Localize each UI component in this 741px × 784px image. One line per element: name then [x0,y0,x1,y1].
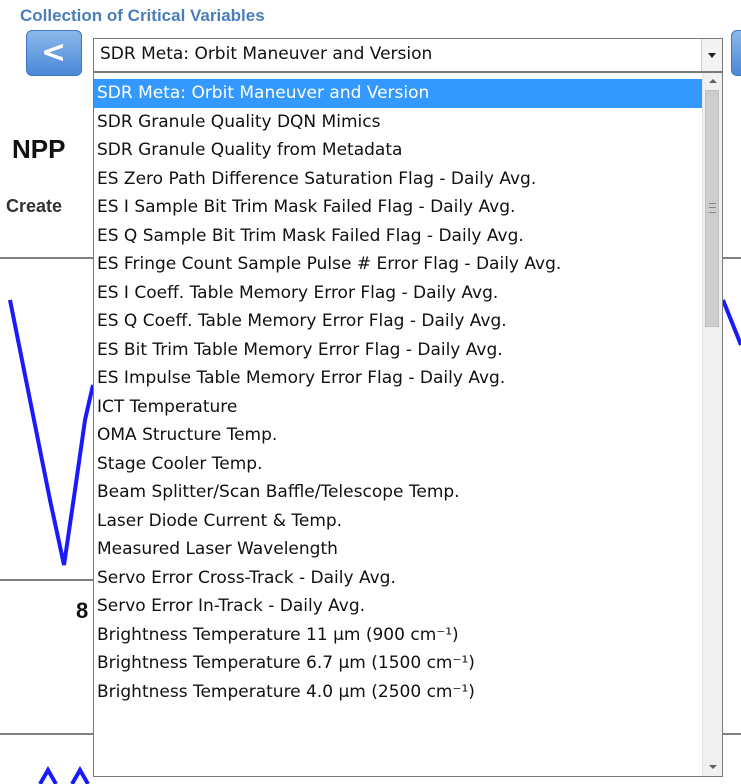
series-line [70,765,90,784]
dropdown-option[interactable]: ICT Temperature [94,393,704,422]
previous-button[interactable]: < [26,30,82,76]
dropdown-option[interactable]: Brightness Temperature 11 µm (900 cm⁻¹) [94,621,704,650]
dropdown-option[interactable]: ES Zero Path Difference Saturation Flag … [94,165,704,194]
dropdown-option[interactable]: Brightness Temperature 4.0 µm (2500 cm⁻¹… [94,678,704,707]
scroll-up-icon [709,79,717,83]
background-page-heading: NPP [12,134,66,164]
variable-select[interactable]: SDR Meta: Orbit Maneuver and Version [93,38,723,72]
scroll-thumb[interactable] [705,90,719,327]
dropdown-option[interactable]: ES Q Sample Bit Trim Mask Failed Flag - … [94,222,704,251]
dropdown-option[interactable]: Servo Error In-Track - Daily Avg. [94,592,704,621]
collection-title: Collection of Critical Variables [20,6,265,25]
dropdown-option[interactable]: ES I Coeff. Table Memory Error Flag - Da… [94,279,704,308]
dropdown-option[interactable]: Laser Diode Current & Temp. [94,507,704,536]
background-tick-label: 8 [76,598,89,623]
dropdown-option[interactable]: ES Fringe Count Sample Pulse # Error Fla… [94,250,704,279]
dropdown-option[interactable]: ES Q Coeff. Table Memory Error Flag - Da… [94,307,704,336]
dropdown-option[interactable]: SDR Granule Quality DQN Mimics [94,108,704,137]
dropdown-option[interactable]: ES Bit Trim Table Memory Error Flag - Da… [94,336,704,365]
dropdown-option[interactable]: Stage Cooler Temp. [94,450,704,479]
next-button[interactable] [731,30,741,76]
option-list: SDR Meta: Orbit Maneuver and Version SDR … [94,79,704,706]
dropdown-option[interactable]: ES Impulse Table Memory Error Flag - Dai… [94,364,704,393]
select-dropdown-arrow[interactable] [701,39,722,71]
dropdown-option[interactable]: OMA Structure Temp. [94,421,704,450]
dropdown-option[interactable]: Beam Splitter/Scan Baffle/Telescope Temp… [94,478,704,507]
scroll-up-button[interactable] [703,73,722,90]
chevron-down-icon [708,53,716,58]
dropdown-scrollbar[interactable] [702,73,722,776]
variable-dropdown-list[interactable]: SDR Meta: Orbit Maneuver and Version SDR … [93,72,723,777]
dropdown-option[interactable]: Servo Error Cross-Track - Daily Avg. [94,564,704,593]
background-created-label: Create [6,196,63,216]
series-line [721,299,741,346]
chevron-left-icon: < [41,35,67,70]
grip-icon [709,203,716,213]
select-current-value: SDR Meta: Orbit Maneuver and Version [100,44,433,64]
dropdown-option[interactable]: SDR Granule Quality from Metadata [94,136,704,165]
dropdown-option[interactable]: Brightness Temperature 6.7 µm (1500 cm⁻¹… [94,649,704,678]
series-line [8,299,95,566]
dropdown-option[interactable]: Measured Laser Wavelength [94,535,704,564]
dropdown-option[interactable]: SDR Meta: Orbit Maneuver and Version [94,79,704,108]
series-line [38,765,58,784]
dropdown-option[interactable]: ES I Sample Bit Trim Mask Failed Flag - … [94,193,704,222]
scroll-down-icon [709,765,717,769]
scroll-down-button[interactable] [703,759,722,776]
